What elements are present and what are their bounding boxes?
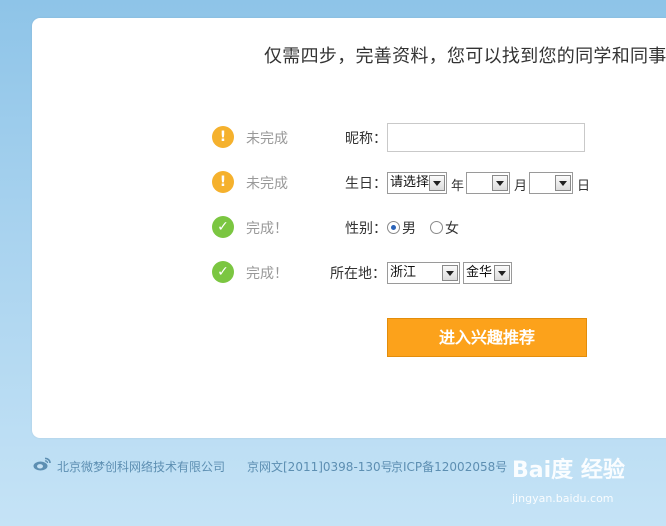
gender-male-label[interactable]: 男	[402, 218, 416, 238]
check-icon: ✓	[212, 261, 234, 283]
watermark-url: jingyan.baidu.com	[512, 492, 614, 505]
birth-month-select[interactable]	[466, 172, 510, 194]
check-icon: ✓	[212, 216, 234, 238]
city-select[interactable]: 金华	[463, 262, 512, 284]
status-text-birthday: 未完成	[246, 176, 288, 192]
footer-license-1: 京网文[2011]0398-130号	[247, 460, 393, 474]
gender-male-radio[interactable]	[387, 221, 400, 234]
warning-icon: !	[212, 126, 234, 148]
province-select[interactable]: 浙江	[387, 262, 460, 284]
month-unit: 月	[514, 179, 528, 194]
nickname-label: 昵称：	[345, 131, 387, 147]
enter-interest-recommendation-button[interactable]: 进入兴趣推荐	[387, 318, 587, 357]
status-text-nickname: 未完成	[246, 131, 288, 147]
page-headline: 仅需四步，完善资料，您可以找到您的同学和同事了	[264, 46, 666, 67]
chevron-down-icon	[429, 175, 445, 191]
city-value: 金华	[466, 265, 493, 280]
footer-license-2: 京ICP备12002058号	[391, 460, 508, 474]
birthday-label: 生日：	[345, 176, 387, 192]
birth-year-value: 请选择	[390, 175, 430, 190]
chevron-down-icon	[442, 265, 458, 281]
birth-year-select[interactable]: 请选择	[387, 172, 447, 194]
chevron-down-icon	[494, 265, 510, 281]
footer-company: 北京微梦创科网络技术有限公司	[57, 460, 226, 474]
chevron-down-icon	[555, 175, 571, 191]
baidu-jingyan-watermark: Bai度 经验 jingyan.baidu.com	[512, 452, 625, 505]
nickname-input[interactable]	[387, 123, 585, 152]
watermark-logo: Bai度 经验	[512, 458, 625, 483]
year-unit: 年	[451, 179, 465, 194]
chevron-down-icon	[492, 175, 508, 191]
birth-day-select[interactable]	[529, 172, 573, 194]
gender-label: 性别：	[345, 221, 387, 237]
province-value: 浙江	[390, 265, 417, 280]
weibo-icon	[33, 457, 51, 471]
gender-female-label[interactable]: 女	[445, 218, 459, 238]
status-text-location: 完成！	[246, 266, 288, 282]
warning-icon: !	[212, 171, 234, 193]
gender-female-radio[interactable]	[430, 221, 443, 234]
day-unit: 日	[577, 179, 591, 194]
location-label: 所在地：	[330, 266, 386, 282]
status-text-gender: 完成！	[246, 221, 288, 237]
